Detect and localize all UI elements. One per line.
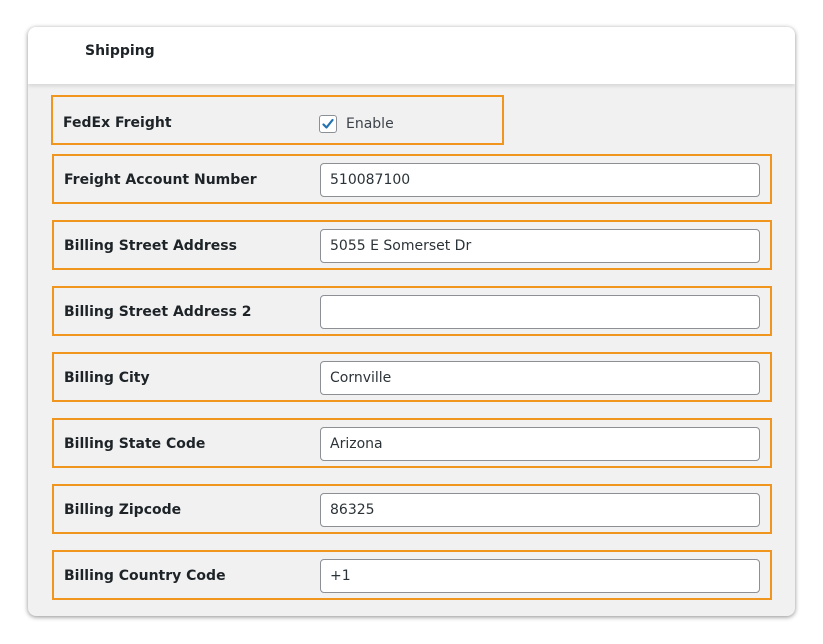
billing-state-code-label: Billing State Code <box>64 436 206 452</box>
billing-state-code-row: Billing State Code Arizona <box>52 418 772 468</box>
freight-account-number-label: Freight Account Number <box>64 172 257 188</box>
billing-zipcode-row: Billing Zipcode 86325 <box>52 484 772 534</box>
billing-country-code-input[interactable]: +1 <box>320 559 760 593</box>
billing-city-label: Billing City <box>64 370 150 386</box>
billing-country-code-row: Billing Country Code +1 <box>52 550 772 600</box>
billing-street-address-2-label: Billing Street Address 2 <box>64 304 252 320</box>
fedex-freight-row: FedEx Freight Enable <box>51 95 504 145</box>
panel-header: Shipping <box>28 27 795 84</box>
billing-zipcode-label: Billing Zipcode <box>64 502 182 518</box>
billing-state-code-input[interactable]: Arizona <box>320 427 760 461</box>
shipping-panel: Shipping FedEx Freight Enable Freight Ac… <box>28 27 795 616</box>
billing-country-code-label: Billing Country Code <box>64 568 226 584</box>
page-title: Shipping <box>85 43 155 59</box>
billing-zipcode-input[interactable]: 86325 <box>320 493 760 527</box>
billing-city-input[interactable]: Cornville <box>320 361 760 395</box>
billing-street-address-2-row: Billing Street Address 2 <box>52 286 772 336</box>
freight-account-number-input[interactable]: 510087100 <box>320 163 760 197</box>
billing-street-address-label: Billing Street Address <box>64 238 237 254</box>
billing-street-address-input[interactable]: 5055 E Somerset Dr <box>320 229 760 263</box>
billing-city-row: Billing City Cornville <box>52 352 772 402</box>
enable-checkbox[interactable] <box>319 115 337 133</box>
billing-street-address-2-input[interactable] <box>320 295 760 329</box>
billing-street-address-row: Billing Street Address 5055 E Somerset D… <box>52 220 772 270</box>
checkmark-icon <box>322 118 334 129</box>
freight-account-number-row: Freight Account Number 510087100 <box>52 154 772 204</box>
fedex-freight-label: FedEx Freight <box>63 115 172 131</box>
enable-checkbox-label[interactable]: Enable <box>346 116 394 132</box>
